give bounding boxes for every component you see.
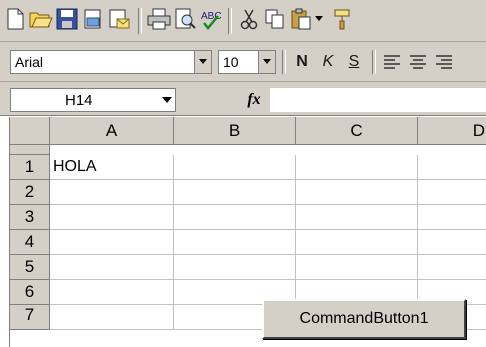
chevron-down-icon[interactable] bbox=[258, 51, 275, 73]
cell-a1[interactable]: HOLA bbox=[50, 155, 174, 180]
print-icon[interactable] bbox=[146, 6, 172, 32]
cell-c2[interactable] bbox=[296, 180, 418, 205]
row-header-7[interactable]: 7 bbox=[10, 305, 50, 330]
cell-d3[interactable] bbox=[418, 205, 486, 230]
row-header-4[interactable]: 4 bbox=[10, 230, 50, 255]
row-header-spacer bbox=[10, 145, 50, 155]
cell-a4[interactable] bbox=[50, 230, 174, 255]
font-size-value: 10 bbox=[223, 54, 239, 70]
format-painter-icon[interactable] bbox=[330, 6, 356, 32]
permission-icon[interactable] bbox=[80, 6, 106, 32]
cell-a3[interactable] bbox=[50, 205, 174, 230]
cut-icon[interactable] bbox=[236, 6, 262, 32]
column-header-b[interactable]: B bbox=[174, 117, 296, 145]
email-icon[interactable] bbox=[106, 6, 132, 32]
cell-a2[interactable] bbox=[50, 180, 174, 205]
column-header-d[interactable]: D bbox=[418, 117, 486, 145]
cell-c4[interactable] bbox=[296, 230, 418, 255]
font-name-select[interactable]: Arial bbox=[10, 50, 212, 74]
row-header-5[interactable]: 5 bbox=[10, 255, 50, 280]
row-header-2[interactable]: 2 bbox=[10, 180, 50, 205]
bold-button[interactable]: N bbox=[290, 50, 314, 74]
grid-left-edge bbox=[0, 117, 10, 347]
copy-icon[interactable] bbox=[262, 6, 288, 32]
underline-button[interactable]: S bbox=[342, 50, 366, 74]
italic-button[interactable]: K bbox=[316, 50, 340, 74]
cell-b4[interactable] bbox=[174, 230, 296, 255]
save-icon[interactable] bbox=[54, 6, 80, 32]
align-center-icon[interactable] bbox=[406, 50, 430, 74]
cell-d4[interactable] bbox=[418, 230, 486, 255]
row-header-6[interactable]: 6 bbox=[10, 280, 50, 305]
formatting-toolbar: Arial 10 N K S bbox=[0, 42, 486, 82]
name-box-value: H14 bbox=[65, 91, 93, 109]
command-button[interactable]: CommandButton1 bbox=[262, 299, 466, 339]
font-name-value: Arial bbox=[15, 54, 44, 70]
cell-c3[interactable] bbox=[296, 205, 418, 230]
cell-c5[interactable] bbox=[296, 255, 418, 280]
align-left-icon[interactable] bbox=[380, 50, 404, 74]
chevron-down-icon[interactable] bbox=[194, 51, 211, 73]
align-right-icon[interactable] bbox=[432, 50, 456, 74]
cell-c1[interactable] bbox=[296, 155, 418, 180]
row-header-3[interactable]: 3 bbox=[10, 205, 50, 230]
cell-b3[interactable] bbox=[174, 205, 296, 230]
cell-a5[interactable] bbox=[50, 255, 174, 280]
row-header-1[interactable]: 1 bbox=[10, 155, 50, 180]
cell-d2[interactable] bbox=[418, 180, 486, 205]
select-all-corner[interactable] bbox=[10, 117, 50, 145]
cell-d1[interactable] bbox=[418, 155, 486, 180]
print-preview-icon[interactable] bbox=[172, 6, 198, 32]
paste-icon[interactable] bbox=[288, 6, 314, 32]
font-size-select[interactable]: 10 bbox=[218, 50, 276, 74]
standard-toolbar: ABC bbox=[0, 0, 486, 42]
cell-a6[interactable] bbox=[50, 280, 174, 305]
cell-a7[interactable] bbox=[50, 305, 174, 330]
cell-b1[interactable] bbox=[174, 155, 296, 180]
spelling-icon[interactable]: ABC bbox=[198, 6, 224, 32]
chevron-down-icon[interactable] bbox=[159, 89, 175, 111]
column-header-a[interactable]: A bbox=[50, 117, 174, 145]
name-box[interactable]: H14 bbox=[10, 88, 176, 112]
cell-d5[interactable] bbox=[418, 255, 486, 280]
formula-input[interactable] bbox=[270, 88, 486, 112]
new-document-icon[interactable] bbox=[2, 6, 28, 32]
paste-dropdown-icon[interactable] bbox=[312, 6, 326, 32]
column-header-c[interactable]: C bbox=[296, 117, 418, 145]
insert-function-icon[interactable]: fx bbox=[244, 88, 264, 112]
cell-b5[interactable] bbox=[174, 255, 296, 280]
cell-b2[interactable] bbox=[174, 180, 296, 205]
open-folder-icon[interactable] bbox=[28, 6, 54, 32]
